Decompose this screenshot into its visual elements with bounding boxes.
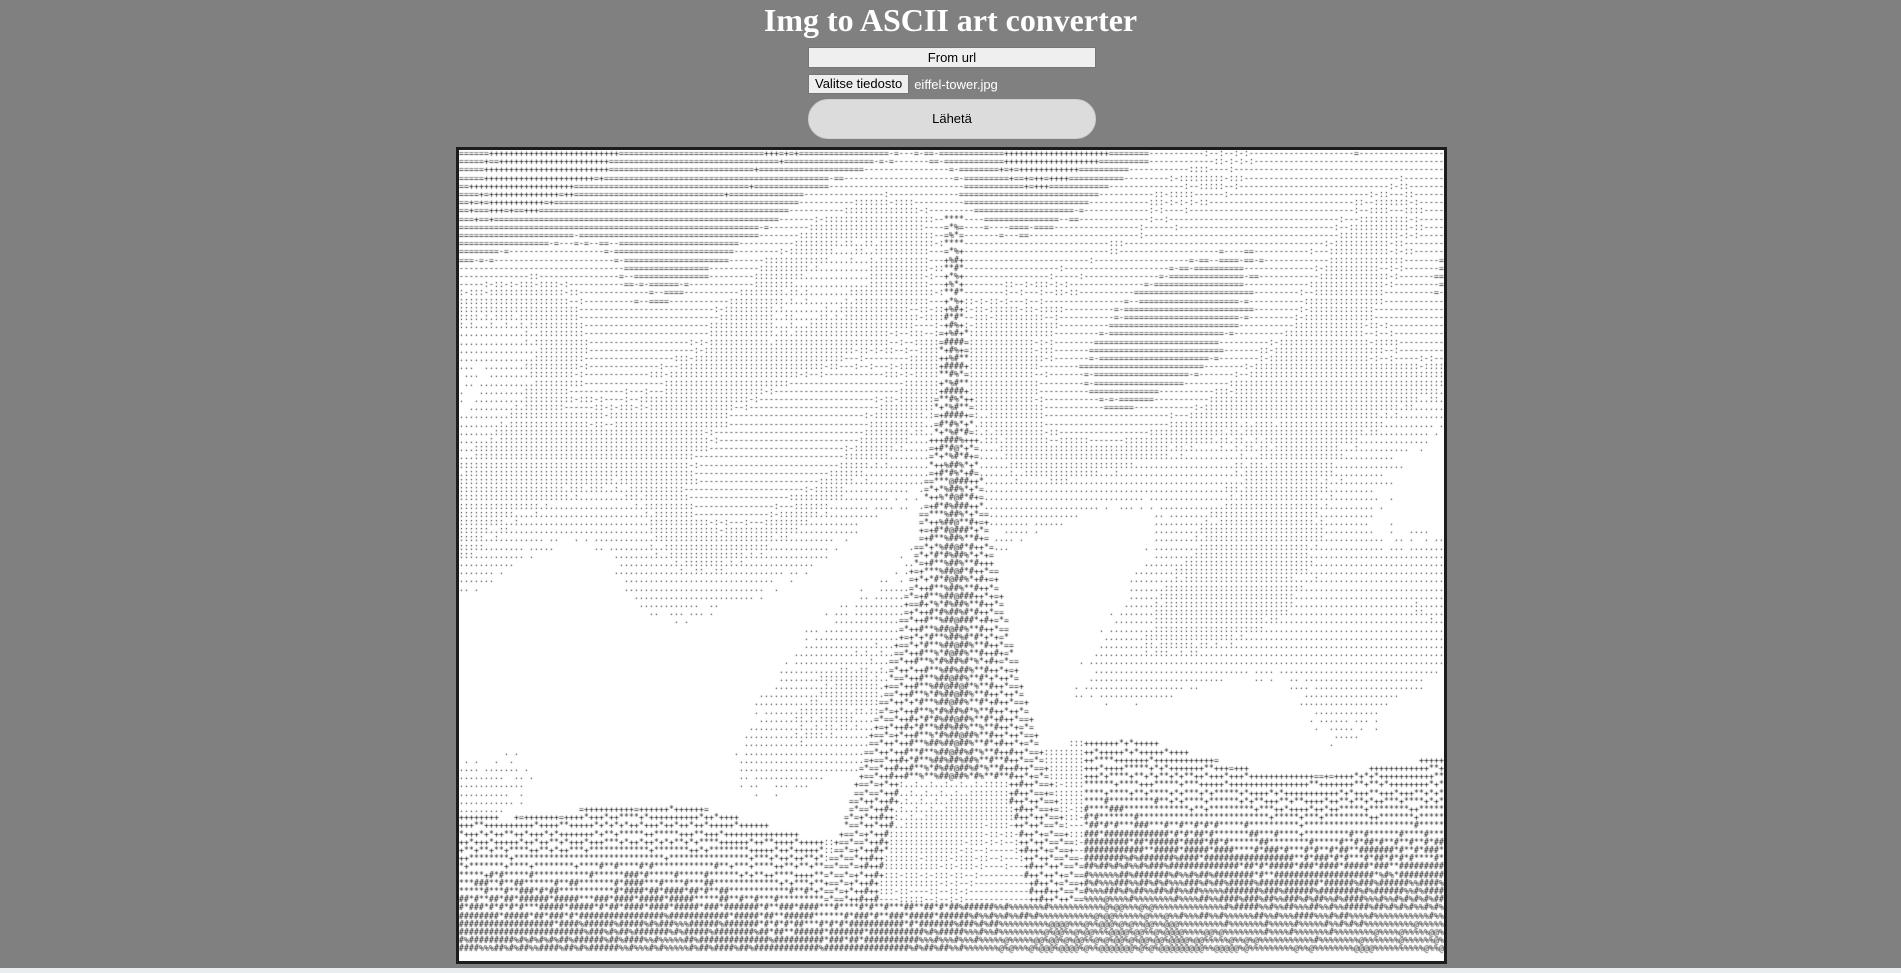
bottom-edge-strip: [0, 968, 1901, 973]
ascii-art-canvas: [459, 150, 1444, 961]
selected-file-name: eiffel-tower.jpg: [914, 76, 998, 92]
page: Img to ASCII art converter From url Vali…: [0, 0, 1901, 973]
from-url-button[interactable]: From url: [808, 47, 1096, 68]
file-input-row: Valitse tiedosto eiffel-tower.jpg: [808, 74, 998, 94]
choose-file-button[interactable]: Valitse tiedosto: [808, 74, 910, 94]
submit-button[interactable]: Lähetä: [808, 99, 1096, 139]
ascii-art-output: [456, 147, 1447, 964]
page-title: Img to ASCII art converter: [763, 2, 1138, 38]
